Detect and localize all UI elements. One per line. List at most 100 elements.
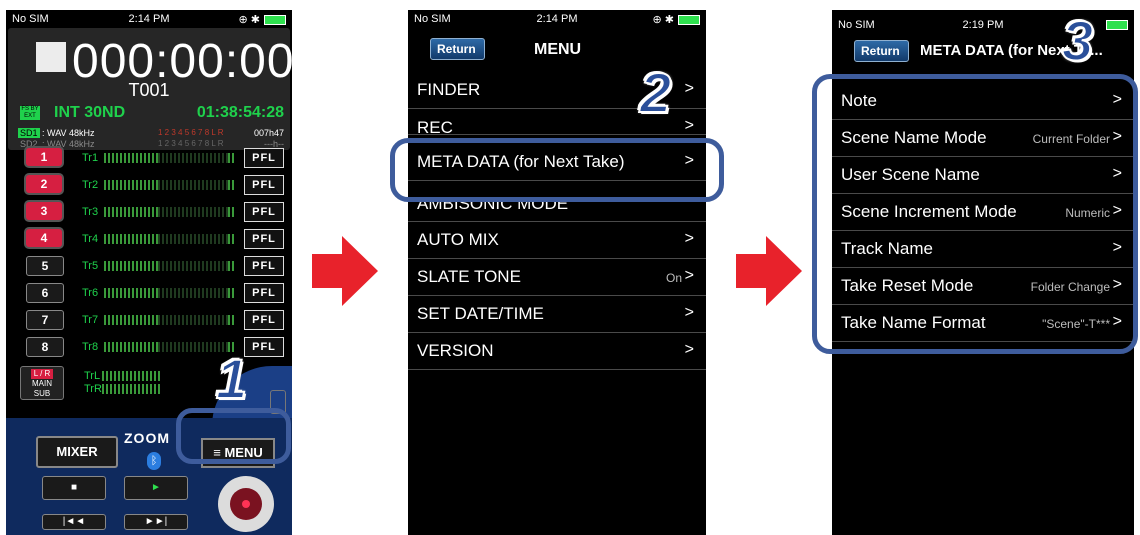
menu-item-value: On [665,271,682,285]
track-row: 4 Tr4 PFL [8,226,290,252]
track-4-pfl[interactable]: PFL [244,229,284,249]
status-icons: ⊕ ✱ [239,13,286,26]
zoom-logo: ZOOM [124,430,170,446]
track-r-name: TrR [84,383,102,395]
chevron-right-icon: > [684,117,694,134]
track-4-button[interactable]: 4 [26,229,62,247]
sd1-row: SD1 : WAV 48kHz 1 2 3 4 5 6 7 8 L R 007h… [18,128,284,138]
menu-item-label: AUTO MIX [417,230,499,249]
track-2-name: Tr2 [82,179,99,191]
status-icons [1102,19,1128,31]
main-sub-button[interactable]: L / R MAIN SUB [20,366,64,400]
track-3-name: Tr3 [82,206,99,218]
step-number-3: 3 [1061,8,1094,73]
status-bar: No SIM 2:14 PM ⊕ ✱ [6,10,292,28]
recorder-display: 000:00:00 T001 FS BY EXT INT 30ND 01:38:… [8,28,292,150]
meter-background [158,315,228,325]
sd1-format: : WAV 48kHz [42,128,95,138]
menu-item-label: SET DATE/TIME [417,304,544,323]
track-2-button[interactable]: 2 [26,175,62,193]
menu-item-label: SLATE TONE [417,267,521,286]
take-name: T001 [128,80,170,100]
track-6-name: Tr6 [82,287,99,299]
track-row: 8 Tr8 PFL [8,334,290,360]
record-dot-icon [242,500,250,508]
track-l-name: TrL [84,370,101,382]
stop-button[interactable]: ■ [42,476,106,500]
step-number-2: 2 [639,60,672,125]
sd1-tracks: 1 2 3 4 5 6 7 8 L R [158,128,224,137]
track-l-meter [102,371,162,381]
track-row: 5 Tr5 PFL [8,253,290,279]
chevron-right-icon: > [684,230,694,247]
track-8-pfl[interactable]: PFL [244,337,284,357]
track-1-pfl[interactable]: PFL [244,148,284,168]
meter-background [158,288,228,298]
chevron-right-icon: > [684,80,694,97]
timecode-value: 01:38:54:28 [196,104,284,121]
return-button[interactable]: Return [430,38,485,60]
track-r-meter [102,384,162,394]
menu-item-label: REC [417,118,453,135]
step-number-1: 1 [215,346,248,411]
track-4-name: Tr4 [82,233,99,245]
sd1-label: SD1 [18,128,40,138]
track-5-name: Tr5 [82,260,99,272]
track-row: 2 Tr2 PFL [8,172,290,198]
menu-item-label: VERSION [417,341,494,360]
mixer-button[interactable]: MIXER [36,436,118,468]
meter-background [158,261,228,271]
chevron-right-icon: > [684,341,694,358]
play-button[interactable]: ► [124,476,188,500]
meter-background [158,153,228,163]
rewind-button[interactable]: |◄◄ [42,514,106,530]
highlight-ring-2 [390,138,724,202]
fast-forward-button[interactable]: ►►| [124,514,188,530]
track-6-pfl[interactable]: PFL [244,283,284,303]
menu-item-version[interactable]: VERSION > [408,333,706,370]
track-7-name: Tr7 [82,314,99,326]
track-row: 6 Tr6 PFL [8,280,290,306]
record-button[interactable] [218,476,274,532]
chevron-right-icon: > [684,267,694,284]
menu-item-set-date-time[interactable]: SET DATE/TIME > [408,296,706,333]
track-6-button[interactable]: 6 [26,283,64,303]
track-row: 1 Tr1 PFL [8,145,290,171]
track-5-button[interactable]: 5 [26,256,64,276]
track-8-name: Tr8 [82,341,99,353]
track-1-button[interactable]: 1 [26,148,62,166]
stop-status-icon [36,42,66,72]
battery-icon [678,15,700,26]
track-7-button[interactable]: 7 [26,310,64,330]
meter-background [158,207,228,217]
track-7-pfl[interactable]: PFL [244,310,284,330]
frame-rate: INT 30ND [54,104,126,121]
track-3-pfl[interactable]: PFL [244,202,284,222]
status-bar: No SIM 2:14 PM ⊕ ✱ [408,10,706,28]
meter-background [158,180,228,190]
sync-badge: FS BY EXT [20,106,40,120]
return-button[interactable]: Return [854,40,909,62]
track-1-name: Tr1 [82,152,99,164]
track-row: 3 Tr3 PFL [8,199,290,225]
sd1-remaining: 007h47 [253,128,284,138]
main-label: MAIN [32,379,52,388]
battery-icon [264,15,286,26]
chevron-right-icon: > [684,304,694,321]
menu-item-slate-tone[interactable]: SLATE TONE On > [408,259,706,296]
battery-icon [1106,20,1128,31]
menu-item-label: FINDER [417,80,481,99]
page-title: MENU [534,41,582,58]
bluetooth-icon: ᛒ [147,452,161,470]
track-3-button[interactable]: 3 [26,202,62,220]
track-5-pfl[interactable]: PFL [244,256,284,276]
menu-item-auto-mix[interactable]: AUTO MIX > [408,222,706,259]
track-8-button[interactable]: 8 [26,337,64,357]
arrow-right-icon [312,236,378,306]
track-2-pfl[interactable]: PFL [244,175,284,195]
lr-label: L / R [30,369,54,379]
sub-label: SUB [33,389,51,398]
status-icons: ⊕ ✱ [653,13,700,26]
highlight-ring-3 [812,74,1138,354]
track-row: 7 Tr7 PFL [8,307,290,333]
